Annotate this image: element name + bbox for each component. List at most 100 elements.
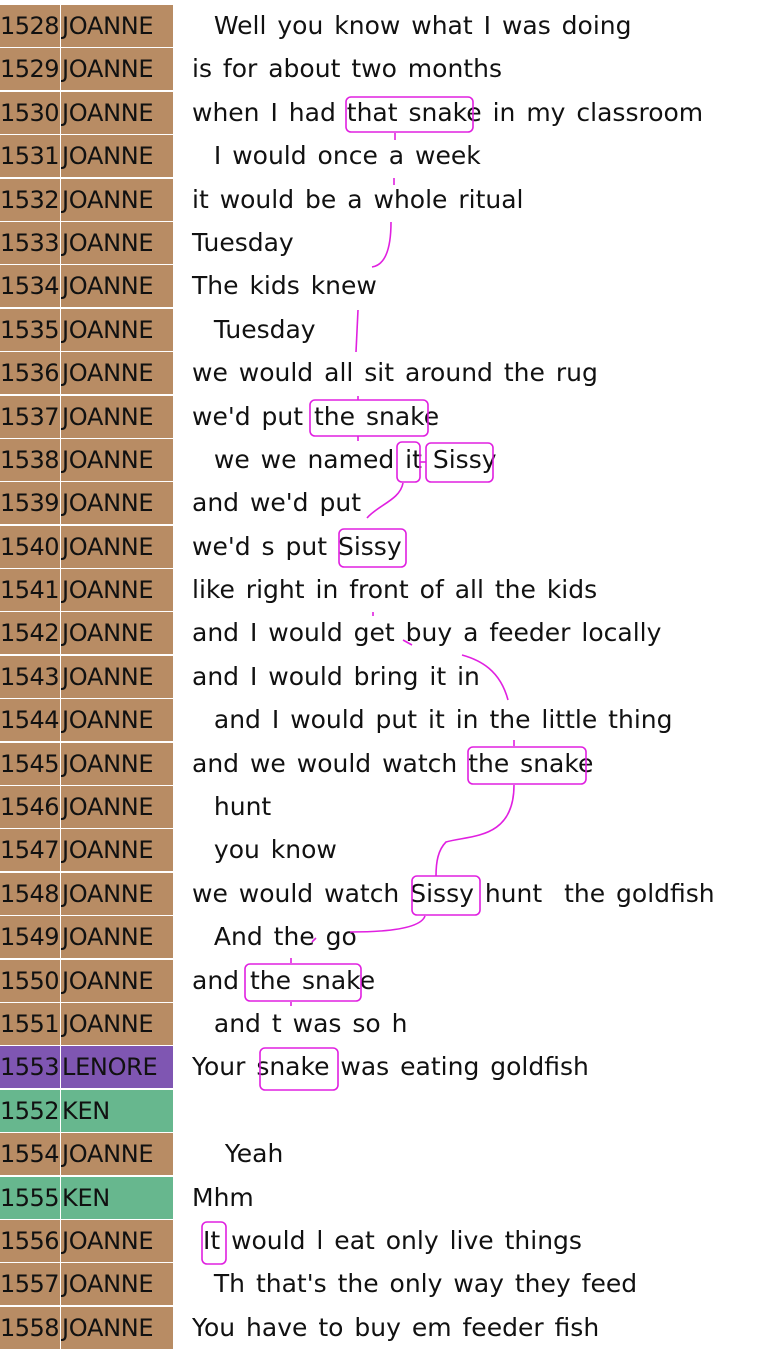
- utterance-text[interactable]: hunt: [192, 786, 271, 828]
- speaker-name: JOANNE: [61, 655, 173, 698]
- utterance-text[interactable]: Your snake was eating goldfish: [192, 1046, 589, 1088]
- transcript-row: 1545 JOANNE and we would watch the snake: [0, 742, 767, 786]
- line-number: 1546: [0, 786, 60, 829]
- speaker-name: JOANNE: [61, 482, 173, 525]
- speaker-name: JOANNE: [61, 221, 173, 264]
- line-number: 1534: [0, 265, 60, 308]
- speaker-name: JOANNE: [61, 959, 173, 1002]
- line-number: 1535: [0, 308, 60, 351]
- utterance-text[interactable]: Th that's the only way they feed: [192, 1263, 637, 1305]
- line-number: 1547: [0, 829, 60, 872]
- speaker-name: JOANNE: [61, 699, 173, 742]
- utterance-text[interactable]: we'd s put Sissy: [192, 526, 402, 568]
- utterance-text[interactable]: when I had that snake in my classroom: [192, 92, 703, 134]
- speaker-name: JOANNE: [61, 742, 173, 785]
- line-number: 1540: [0, 525, 60, 568]
- line-number: 1552: [0, 1089, 60, 1132]
- line-number: 1553: [0, 1046, 60, 1089]
- line-number: 1529: [0, 48, 60, 91]
- line-number: 1543: [0, 655, 60, 698]
- line-number: 1539: [0, 482, 60, 525]
- utterance-text[interactable]: Yeah: [192, 1133, 284, 1175]
- speaker-name: JOANNE: [61, 438, 173, 481]
- speaker-name: JOANNE: [61, 829, 173, 872]
- line-number: 1558: [0, 1306, 60, 1349]
- transcript-row: 1550 JOANNE and the snake: [0, 959, 767, 1003]
- transcript-row: 1541 JOANNE like right in front of all the…: [0, 569, 767, 612]
- line-number: 1538: [0, 438, 60, 481]
- utterance-text[interactable]: it would be a whole ritual: [192, 179, 524, 221]
- transcript-row: 1542 JOANNE and I would get buy a feeder l…: [0, 612, 767, 655]
- line-number: 1528: [0, 5, 60, 47]
- utterance-text[interactable]: and we'd put: [192, 482, 361, 524]
- line-number: 1544: [0, 699, 60, 742]
- speaker-name: JOANNE: [61, 569, 173, 612]
- transcript-row: 1556 JOANNE It would l eat only live thin…: [0, 1219, 767, 1263]
- transcript-row: 1549 JOANNE And the go: [0, 916, 767, 959]
- utterance-text[interactable]: I would once a week: [192, 135, 481, 177]
- transcript-table: 1528 JOANNE Well you know what I was doin…: [0, 5, 767, 1350]
- transcript-row: 1533 JOANNE Tuesday: [0, 221, 767, 265]
- transcript-row: 1547 JOANNE you know: [0, 829, 767, 872]
- utterance-text[interactable]: and t was so h: [192, 1003, 408, 1045]
- line-number: 1549: [0, 916, 60, 959]
- line-number: 1533: [0, 221, 60, 264]
- transcript-row: 1528 JOANNE Well you know what I was doin…: [0, 5, 767, 48]
- transcript-row: 1555 KEN Mhm: [0, 1176, 767, 1220]
- utterance-text[interactable]: Well you know what I was doing: [192, 5, 632, 47]
- utterance-text[interactable]: we'd put the snake: [192, 396, 439, 438]
- speaker-name: JOANNE: [61, 872, 173, 915]
- transcript-row: 1558 JOANNE You have to buy em feeder fish: [0, 1306, 767, 1350]
- line-number: 1556: [0, 1219, 60, 1262]
- transcript-row: 1536 JOANNE we would all sit around the ru…: [0, 352, 767, 395]
- utterance-text[interactable]: It would l eat only live things: [192, 1220, 582, 1262]
- transcript-row: 1543 JOANNE and I would bring it in: [0, 655, 767, 699]
- line-number: 1554: [0, 1133, 60, 1176]
- line-number: 1537: [0, 395, 60, 438]
- utterance-text[interactable]: Mhm: [192, 1177, 254, 1219]
- speaker-name: JOANNE: [61, 91, 173, 134]
- transcript-row: 1539 JOANNE and we'd put: [0, 482, 767, 525]
- transcript-row: 1529 JOANNE is for about two months: [0, 48, 767, 91]
- utterance-text[interactable]: is for about two months: [192, 48, 502, 90]
- utterance-text[interactable]: The kids knew: [192, 265, 377, 307]
- utterance-text[interactable]: and the snake: [192, 960, 375, 1002]
- transcript-row: 1544 JOANNE and I would put it in the lit…: [0, 699, 767, 742]
- transcript-row: 1546 JOANNE hunt: [0, 786, 767, 829]
- transcript-row: 1548 JOANNE we would watch Sissy hunt the …: [0, 872, 767, 916]
- transcript-row: 1532 JOANNE it would be a whole ritual: [0, 178, 767, 222]
- speaker-name: JOANNE: [61, 1263, 173, 1306]
- line-number: 1555: [0, 1176, 60, 1219]
- speaker-name: JOANNE: [61, 265, 173, 308]
- utterance-text[interactable]: And the go: [192, 916, 357, 958]
- utterance-text[interactable]: like right in front of all the kids: [192, 569, 597, 611]
- speaker-name: JOANNE: [61, 352, 173, 395]
- speaker-name: KEN: [61, 1176, 173, 1219]
- transcript-row: 1554 JOANNE Yeah: [0, 1133, 767, 1176]
- speaker-name: JOANNE: [61, 178, 173, 221]
- utterance-text[interactable]: we would all sit around the rug: [192, 352, 598, 394]
- transcript-row: 1552 KEN: [0, 1089, 767, 1133]
- speaker-name: KEN: [61, 1089, 173, 1132]
- utterance-text[interactable]: You have to buy em feeder fish: [192, 1307, 599, 1349]
- utterance-text[interactable]: and I would put it in the little thing: [192, 699, 673, 741]
- utterance-text[interactable]: Tuesday: [192, 222, 294, 264]
- transcript-row: 1534 JOANNE The kids knew: [0, 265, 767, 308]
- utterance-text[interactable]: and we would watch the snake: [192, 743, 593, 785]
- speaker-name: JOANNE: [61, 48, 173, 91]
- utterance-text[interactable]: Tuesday: [192, 309, 316, 351]
- utterance-text[interactable]: you know: [192, 829, 337, 871]
- transcript-row: 1540 JOANNE we'd s put Sissy: [0, 525, 767, 569]
- line-number: 1531: [0, 135, 60, 178]
- speaker-name: JOANNE: [61, 1002, 173, 1045]
- utterance-text[interactable]: and I would bring it in: [192, 656, 480, 698]
- line-number: 1551: [0, 1002, 60, 1045]
- utterance-text[interactable]: and I would get buy a feeder locally: [192, 612, 661, 654]
- speaker-name: JOANNE: [61, 135, 173, 178]
- transcript-row: 1530 JOANNE when I had that snake in my cl…: [0, 91, 767, 135]
- utterance-text[interactable]: we would watch Sissy hunt the goldfish: [192, 873, 715, 915]
- speaker-name: JOANNE: [61, 395, 173, 438]
- utterance-text[interactable]: we we named it Sissy: [192, 439, 497, 481]
- transcript-row: 1538 JOANNE we we named it Sissy: [0, 438, 767, 482]
- speaker-name: JOANNE: [61, 612, 173, 655]
